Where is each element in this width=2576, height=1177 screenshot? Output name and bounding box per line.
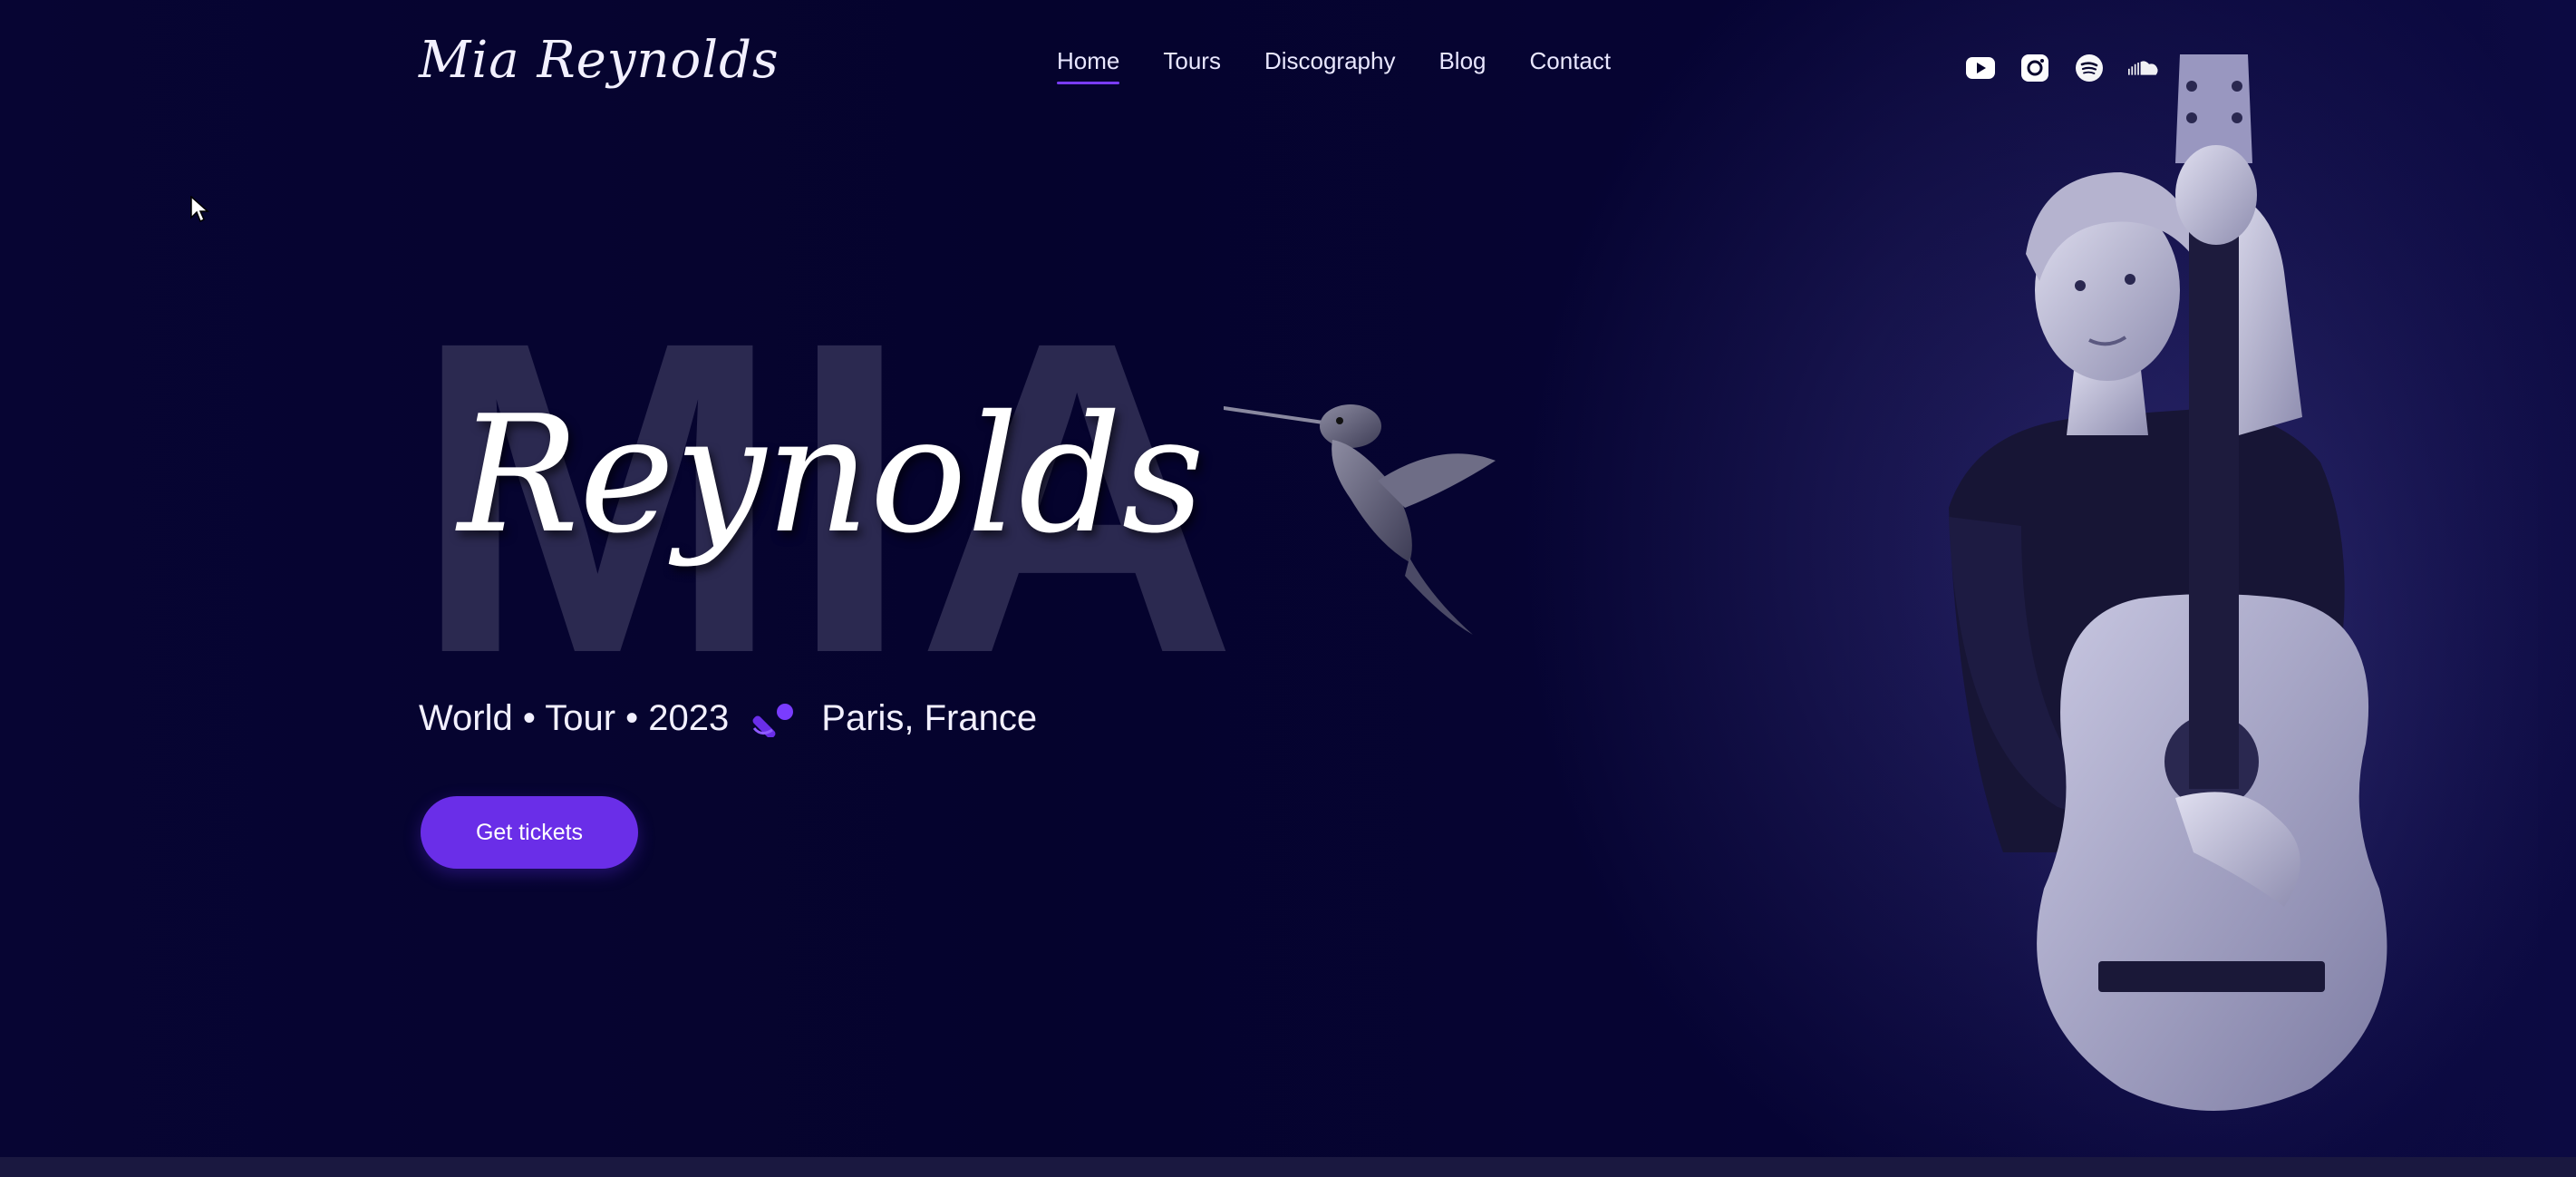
hummingbird-illustration xyxy=(1224,404,1496,635)
artist-portrait-image xyxy=(1849,36,2538,1177)
tour-line: World • Tour • 2023 xyxy=(419,698,730,738)
microphone-icon xyxy=(752,703,794,737)
tour-location: Paris, France xyxy=(821,698,1038,738)
nav-home[interactable]: Home xyxy=(1057,47,1120,84)
mouse-cursor xyxy=(190,196,209,223)
nav-contact[interactable]: Contact xyxy=(1530,47,1612,75)
nav-tours[interactable]: Tours xyxy=(1163,47,1221,75)
hero-script-name: Reynolds xyxy=(458,381,1205,569)
nav-discography[interactable]: Discography xyxy=(1264,47,1396,75)
site-logo[interactable]: Mia Reynolds xyxy=(419,31,780,90)
tour-info: World • Tour • 2023 Paris, France xyxy=(419,698,1037,739)
page: Mia Reynolds Home Tours Discography Blog… xyxy=(0,0,2576,1177)
nav-blog[interactable]: Blog xyxy=(1438,47,1486,75)
get-tickets-button[interactable]: Get tickets xyxy=(421,796,638,869)
main-nav: Home Tours Discography Blog Contact xyxy=(1057,47,1654,84)
bottom-edge xyxy=(0,1157,2576,1177)
